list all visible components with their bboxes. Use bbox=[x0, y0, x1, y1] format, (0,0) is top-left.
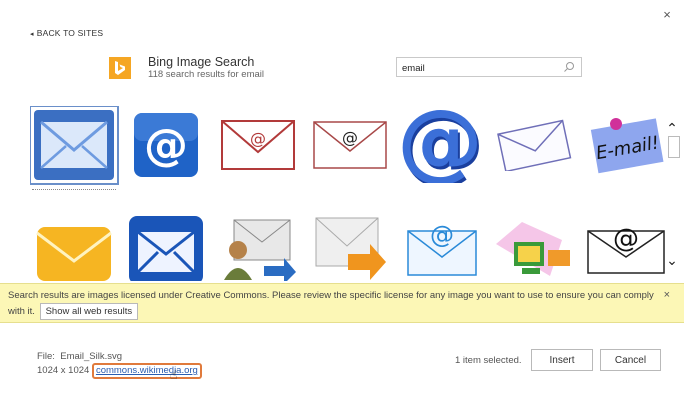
file-name: Email_Silk.svg bbox=[60, 351, 123, 362]
envelope-yellow-icon bbox=[36, 227, 112, 281]
envelope-blue-tile-icon bbox=[129, 216, 203, 281]
result-thumbnail[interactable]: @ @ bbox=[398, 106, 486, 184]
search-icon[interactable] bbox=[563, 61, 575, 73]
results-grid: @ @ @ @ @ E-mail! @ @ bbox=[30, 106, 666, 281]
at-sign-blue-tile-icon: @ bbox=[134, 113, 198, 177]
search-input[interactable] bbox=[397, 59, 557, 78]
svg-text:@: @ bbox=[400, 107, 483, 183]
envelope-at-outline-icon: @ bbox=[313, 121, 387, 169]
back-to-sites-label: BACK TO SITES bbox=[36, 28, 104, 38]
file-dimensions: 1024 x 1024 bbox=[37, 365, 90, 376]
result-thumbnail[interactable]: @ bbox=[582, 210, 666, 281]
show-all-web-results-button[interactable]: Show all web results bbox=[39, 303, 139, 320]
svg-text:@: @ bbox=[430, 221, 454, 249]
envelope-blue-at-icon: @ bbox=[407, 221, 477, 276]
envelope-blue-icon bbox=[34, 110, 114, 180]
users-envelope-arrow-icon bbox=[224, 219, 296, 281]
envelope-black-at-icon: @ bbox=[587, 224, 665, 274]
result-thumbnail[interactable]: @ bbox=[214, 106, 302, 184]
notice-close-icon[interactable]: × bbox=[664, 288, 670, 302]
result-thumbnail[interactable]: @ bbox=[306, 106, 394, 184]
search-box[interactable] bbox=[396, 57, 582, 78]
scroll-up-icon[interactable]: ⌃ bbox=[666, 120, 678, 137]
hand-cursor-icon: ☝ bbox=[169, 368, 178, 382]
svg-text:@: @ bbox=[613, 224, 639, 254]
envelope-red-at-icon: @ bbox=[221, 120, 295, 170]
result-thumbnail[interactable] bbox=[122, 210, 210, 281]
result-thumbnail[interactable]: @ bbox=[122, 106, 210, 184]
provider-header: Bing Image Search 118 search results for… bbox=[109, 55, 264, 81]
cancel-button[interactable]: Cancel bbox=[600, 349, 661, 371]
envelope-white-blue-icon bbox=[497, 119, 572, 171]
result-thumbnail[interactable] bbox=[490, 106, 578, 184]
result-thumbnail[interactable]: @ bbox=[398, 210, 486, 281]
result-thumbnail[interactable] bbox=[214, 210, 302, 281]
at-sign-3d-blue-icon: @ @ bbox=[400, 107, 484, 183]
result-thumbnail[interactable]: E-mail! bbox=[582, 106, 666, 184]
svg-text:@: @ bbox=[250, 129, 266, 148]
result-thumbnail[interactable] bbox=[30, 106, 119, 190]
envelope-orange-arrow-icon bbox=[315, 217, 386, 280]
result-thumbnail[interactable] bbox=[306, 210, 394, 281]
insert-button[interactable]: Insert bbox=[531, 349, 593, 371]
svg-text:@: @ bbox=[342, 128, 358, 147]
source-link[interactable]: commons.wikimedia.org bbox=[96, 365, 198, 376]
provider-name: Bing Image Search bbox=[148, 55, 255, 69]
scroll-down-icon[interactable]: ⌄ bbox=[666, 252, 678, 269]
email-sticky-note-icon: E-mail! bbox=[590, 118, 664, 174]
back-to-sites-link[interactable]: ◂ BACK TO SITES bbox=[30, 28, 103, 38]
results-count: 118 search results for email bbox=[148, 69, 264, 80]
selection-status: 1 item selected. bbox=[455, 355, 522, 366]
source-link-highlight: commons.wikimedia.org ☝ bbox=[91, 363, 202, 382]
close-dialog-icon[interactable]: × bbox=[660, 8, 674, 22]
computer-mail-icon bbox=[496, 222, 570, 276]
result-thumbnail[interactable] bbox=[30, 210, 118, 281]
file-info: File: Email_Silk.svg 1024 x 1024 commons… bbox=[37, 351, 202, 382]
bing-logo-icon bbox=[109, 57, 131, 79]
license-notice-bar: Search results are images licensed under… bbox=[0, 283, 684, 323]
scrollbar-thumb[interactable] bbox=[668, 136, 680, 158]
svg-text:@: @ bbox=[144, 120, 188, 171]
file-label: File: bbox=[37, 351, 55, 362]
back-arrow-icon: ◂ bbox=[30, 31, 34, 38]
result-thumbnail[interactable] bbox=[490, 210, 578, 281]
